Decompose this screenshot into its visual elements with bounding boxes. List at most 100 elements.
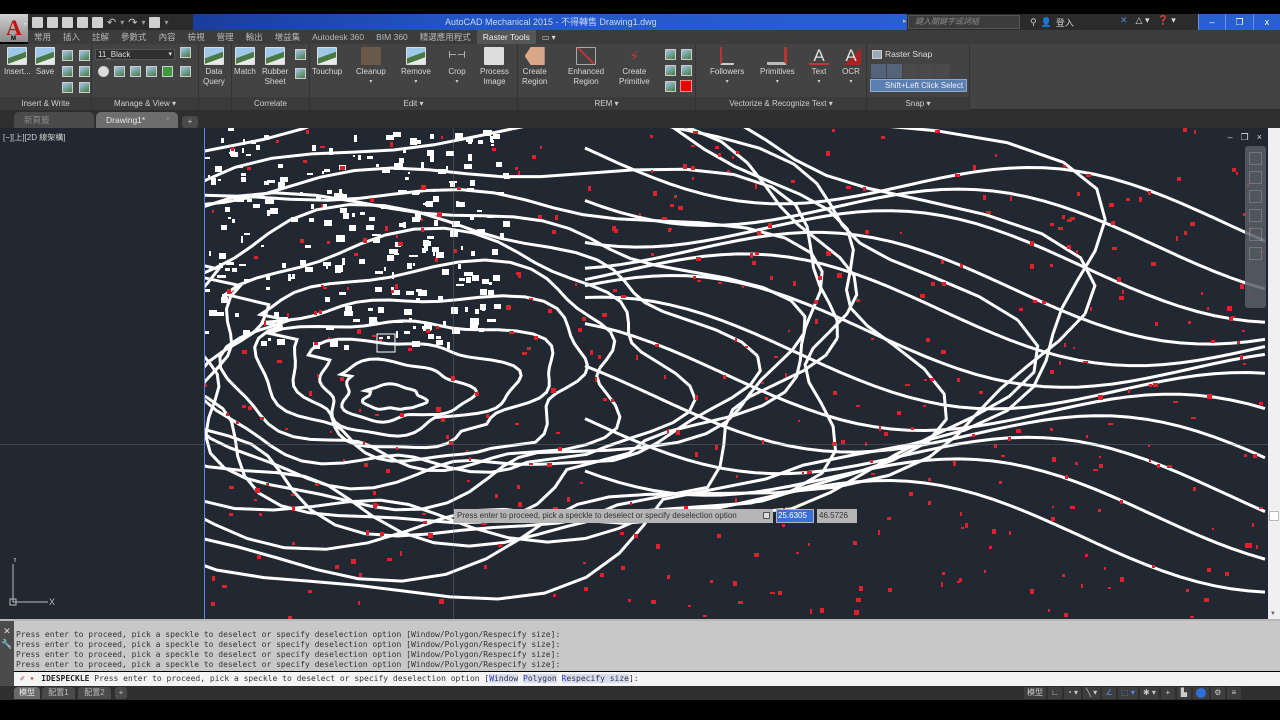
redo-icon[interactable]: ↷ bbox=[128, 16, 137, 29]
create-primitive-button[interactable]: ⚡ Create Primitive bbox=[619, 47, 650, 87]
layer-dropdown[interactable]: 11_Black bbox=[95, 49, 175, 60]
tab-start[interactable]: 新頁籤 bbox=[14, 112, 94, 128]
customization-menu-icon[interactable]: ≡ bbox=[1226, 687, 1241, 699]
followers-button[interactable]: Followers ▾ bbox=[710, 47, 744, 87]
ribbon-tab[interactable]: BIM 360 bbox=[370, 30, 414, 44]
search-input[interactable]: 鍵入關鍵字或詞組 bbox=[903, 15, 1020, 29]
ribbon-tab[interactable]: 檢視 bbox=[182, 30, 211, 44]
raster-snap-button[interactable]: Raster Snap bbox=[872, 49, 932, 59]
save-as-icon[interactable] bbox=[77, 16, 88, 28]
green-image-icon[interactable] bbox=[162, 66, 173, 77]
application-menu-button[interactable]: A M ▾ bbox=[0, 14, 28, 42]
plot-icon[interactable] bbox=[92, 16, 103, 28]
sign-in-button[interactable]: 登入 bbox=[1056, 16, 1074, 29]
annotation-scale-icon[interactable]: ✱ ▾ bbox=[1139, 687, 1159, 699]
command-line-input[interactable]: ✐ ▾ IDESPECKLE Press enter to proceed, p… bbox=[14, 672, 1280, 686]
new-tab-button[interactable]: + bbox=[182, 116, 198, 128]
new-icon[interactable] bbox=[32, 16, 43, 28]
panel-title[interactable]: Insert & Write bbox=[0, 97, 91, 110]
object-snap-icon[interactable]: ⬚ ▾ bbox=[1118, 687, 1138, 699]
coordinate-x-input[interactable]: 25.6305 bbox=[776, 509, 814, 523]
tab-drawing1[interactable]: Drawing1* × bbox=[96, 112, 178, 128]
save-image-button[interactable]: Save bbox=[35, 47, 55, 77]
snap-mode-2[interactable] bbox=[887, 64, 902, 78]
ribbon-tab[interactable]: 內容 bbox=[153, 30, 182, 44]
object-snap-tracking-icon[interactable]: ∠ bbox=[1102, 687, 1117, 699]
vertical-scrollbar[interactable]: ▼ bbox=[1268, 128, 1280, 619]
image-clip-icon[interactable] bbox=[62, 82, 73, 93]
layout-tab-2[interactable]: 配置2 bbox=[78, 687, 111, 699]
polar-tracking-icon[interactable]: ◔ ▾ bbox=[1064, 687, 1082, 699]
cleanup-button[interactable]: Cleanup ▾ bbox=[356, 47, 386, 87]
panel-title[interactable]: Edit ▾ bbox=[310, 97, 517, 110]
rem-color-swatch[interactable] bbox=[680, 80, 692, 92]
snap-mode-4[interactable] bbox=[919, 64, 934, 78]
option-window[interactable]: Window bbox=[489, 674, 519, 683]
layer-manager-icon[interactable] bbox=[180, 47, 191, 58]
rem-merge-icon[interactable] bbox=[665, 81, 676, 92]
ortho-icon[interactable]: ∟ bbox=[1048, 687, 1062, 699]
insert-button[interactable]: Insert... bbox=[4, 47, 31, 77]
nav-menu-icon[interactable] bbox=[1249, 247, 1262, 260]
showmotion-icon[interactable] bbox=[1249, 228, 1262, 241]
ribbon-tab[interactable]: 註解 bbox=[86, 30, 115, 44]
snap-mode-3[interactable] bbox=[903, 64, 918, 78]
snap-mode-1[interactable] bbox=[871, 64, 886, 78]
ribbon-tab[interactable]: Raster Tools bbox=[476, 30, 536, 44]
close-tab-icon[interactable]: × bbox=[166, 112, 170, 128]
option-respecify-size[interactable]: Respecify size bbox=[561, 674, 629, 683]
drawing-canvas[interactable]: [−][上][2D 線架構] – ❐ × ▼ Y X Press enter t… bbox=[0, 128, 1280, 619]
command-line-handle[interactable]: ✕ 🔧 bbox=[0, 621, 14, 686]
undo-icon[interactable]: ↶ bbox=[107, 16, 116, 29]
layout-tab-model[interactable]: 模型 bbox=[14, 687, 40, 699]
correlate-small-icon[interactable] bbox=[295, 49, 306, 60]
undo-dropdown-icon[interactable]: ▾ bbox=[120, 18, 124, 27]
close-command-line-icon[interactable]: ✕ bbox=[0, 626, 14, 637]
match-button[interactable]: Match bbox=[234, 47, 256, 77]
layout-tab-1[interactable]: 配置1 bbox=[42, 687, 75, 699]
panel-title[interactable]: Vectorize & Recognize Text ▾ bbox=[696, 97, 866, 110]
hardware-acceleration-icon[interactable] bbox=[1192, 687, 1209, 699]
pan-icon[interactable] bbox=[1249, 171, 1262, 184]
ribbon-display-toggle[interactable]: ▭ ▾ bbox=[536, 33, 562, 42]
exchange-icon[interactable]: ✕ bbox=[1120, 15, 1128, 26]
binoculars-icon[interactable]: ⚲ bbox=[1030, 17, 1037, 28]
view-red-icon[interactable] bbox=[130, 66, 141, 77]
save-icon[interactable] bbox=[62, 16, 73, 28]
ribbon-tab[interactable]: 插入 bbox=[57, 30, 86, 44]
correlate-small-icon-2[interactable] bbox=[295, 68, 306, 79]
a360-icon[interactable]: △ ▾ bbox=[1136, 15, 1150, 26]
rem-copy-icon[interactable] bbox=[665, 49, 676, 60]
text-button[interactable]: A Text ▾ bbox=[809, 47, 829, 87]
close-button[interactable]: x bbox=[1252, 14, 1280, 30]
orbit-icon[interactable] bbox=[1249, 209, 1262, 222]
open-icon[interactable] bbox=[47, 16, 58, 28]
isodraft-icon[interactable]: ╲ ▾ bbox=[1083, 687, 1101, 699]
remove-button[interactable]: Remove ▾ bbox=[401, 47, 431, 87]
ribbon-tab[interactable]: 精選應用程式 bbox=[414, 30, 477, 44]
ribbon-tab[interactable]: 管理 bbox=[211, 30, 240, 44]
panel-title[interactable]: Correlate bbox=[232, 97, 309, 110]
zoom-icon[interactable] bbox=[1249, 190, 1262, 203]
model-space-button[interactable]: 模型 bbox=[1024, 687, 1046, 699]
viewport-close-button[interactable]: × bbox=[1257, 132, 1262, 143]
customize-icon[interactable]: ▾ bbox=[164, 18, 168, 27]
image-transparency-icon[interactable] bbox=[79, 82, 90, 93]
isolate-objects-icon[interactable]: ⚙ bbox=[1210, 687, 1225, 699]
touchup-button[interactable]: Touchup bbox=[312, 47, 342, 77]
image-properties-icon[interactable] bbox=[79, 50, 90, 61]
image-detach-icon[interactable] bbox=[62, 66, 73, 77]
data-query-button[interactable]: Data Query bbox=[203, 47, 225, 87]
steering-wheel-icon[interactable] bbox=[1249, 152, 1262, 165]
ribbon-tab[interactable]: 輸出 bbox=[240, 30, 269, 44]
scrollbar-thumb[interactable] bbox=[1269, 511, 1279, 521]
rem-paste-icon[interactable] bbox=[681, 65, 692, 76]
add-layout-button[interactable]: + bbox=[115, 687, 127, 699]
shift-left-click-select-button[interactable]: Shift+Left Click Select bbox=[870, 79, 967, 92]
ocr-button[interactable]: A OCR ▾ bbox=[841, 47, 861, 87]
customize-wrench-icon[interactable]: 🔧 bbox=[0, 639, 14, 650]
primitives-button[interactable]: Primitives ▾ bbox=[760, 47, 795, 87]
viewport-minimize-button[interactable]: – bbox=[1228, 132, 1233, 143]
restore-button[interactable]: ❐ bbox=[1225, 14, 1252, 30]
option-polygon[interactable]: Polygon bbox=[522, 674, 557, 683]
